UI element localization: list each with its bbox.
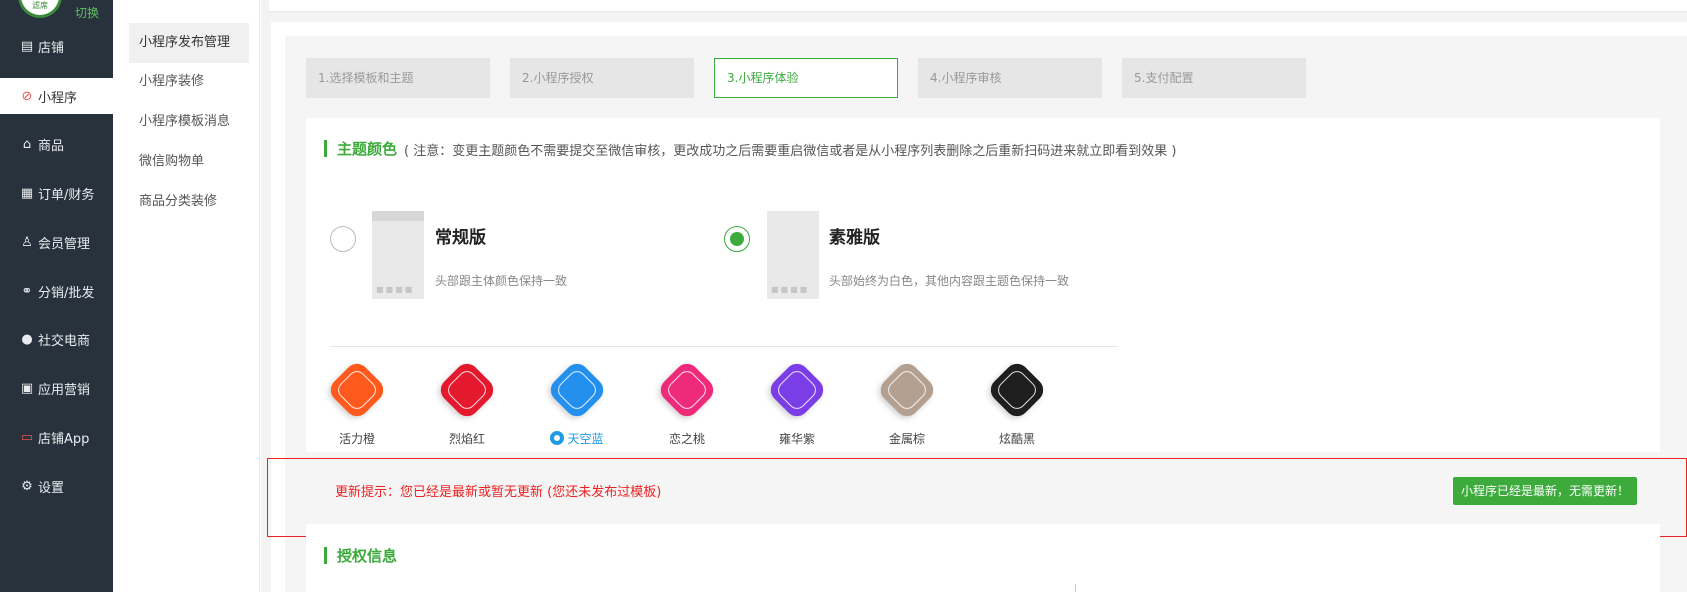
- secondary-menu: 小程序发布管理 小程序装修 小程序模板消息 微信购物单 商品分类装修: [113, 0, 260, 592]
- sidebar-item-label: 店铺App: [38, 431, 90, 447]
- submenu-item-publish[interactable]: 小程序发布管理: [129, 23, 249, 63]
- submenu-item-category-decoration[interactable]: 商品分类装修: [129, 182, 249, 222]
- link-icon: ⊘: [21, 88, 33, 104]
- shop-app-icon: ▭: [20, 429, 34, 445]
- step-3[interactable]: 3.小程序体验: [714, 58, 898, 98]
- version-desc-elegant: 头部始终为白色，其他内容跟主题色保持一致: [829, 274, 1070, 288]
- color-swatch-label[interactable]: 雍华紫: [757, 430, 837, 447]
- sidebar-item-orders[interactable]: ▦ 订单/财务: [0, 175, 113, 211]
- section-divider: [330, 346, 1118, 347]
- logo-badge: 滤席: [18, 0, 62, 18]
- logo: 滤席: [18, 0, 62, 18]
- gear-icon: ⚙: [21, 478, 33, 494]
- version-radio-standard[interactable]: [330, 226, 356, 252]
- submenu-item-decoration[interactable]: 小程序装修: [129, 62, 249, 102]
- main-sidebar: 滤席 切换 ▤ 店铺 ⊘ 小程序 ⌂ 商品 ▦ 订单/财务 ♙ 会员管理 ⚭ 分…: [0, 0, 113, 592]
- color-swatch-label[interactable]: 恋之桃: [647, 430, 727, 447]
- sidebar-item-label: 商品: [38, 138, 65, 154]
- sidebar-item-products[interactable]: ⌂ 商品: [0, 126, 113, 162]
- sidebar-item-store-app[interactable]: ▭ 店铺App: [0, 419, 113, 455]
- sidebar-item-label: 社交电商: [38, 333, 91, 349]
- theme-section-title: 主题颜色: [337, 140, 398, 158]
- sidebar-item-label: 订单/财务: [38, 187, 95, 203]
- auth-section-title: 授权信息: [337, 547, 398, 565]
- selected-radio-icon: [550, 431, 565, 445]
- users-icon: ♙: [21, 234, 33, 250]
- version-title-standard: 常规版: [435, 228, 486, 248]
- sidebar-item-members[interactable]: ♙ 会员管理: [0, 224, 113, 260]
- share-icon: ⚭: [21, 283, 33, 299]
- sidebar-item-distribution[interactable]: ⚭ 分销/批发: [0, 273, 113, 309]
- apps-icon: ▣: [20, 380, 34, 396]
- sidebar-item-miniprogram[interactable]: ⊘ 小程序: [0, 78, 113, 114]
- color-swatch-label[interactable]: 活力橙: [317, 430, 397, 447]
- sidebar-item-label: 设置: [38, 480, 65, 496]
- sidebar-item-store[interactable]: ▤ 店铺: [0, 28, 113, 64]
- color-swatch-label[interactable]: 金属棕: [867, 430, 947, 447]
- column-divider: [1075, 584, 1076, 592]
- version-desc-standard: 头部跟主体颜色保持一致: [435, 274, 568, 288]
- section-marker: [324, 140, 327, 157]
- step-4[interactable]: 4.小程序审核: [918, 58, 1102, 98]
- sidebar-item-settings[interactable]: ⚙ 设置: [0, 468, 113, 504]
- submenu-item-shopping-list[interactable]: 微信购物单: [129, 142, 249, 182]
- logo-text: 滤席: [32, 1, 48, 10]
- store-icon: ▤: [20, 38, 34, 54]
- chat-icon: ●: [21, 331, 33, 347]
- step-1[interactable]: 1.选择模板和主题: [306, 58, 490, 98]
- sidebar-item-label: 店铺: [38, 40, 65, 56]
- already-latest-button[interactable]: 小程序已经是最新，无需更新！: [1453, 477, 1637, 505]
- section-marker: [324, 547, 327, 564]
- sidebar-item-label: 分销/批发: [38, 285, 95, 301]
- submenu-item-template-message[interactable]: 小程序模板消息: [129, 102, 249, 142]
- clipboard-icon: ▦: [20, 185, 34, 201]
- bag-icon: ⌂: [22, 136, 32, 152]
- version-preview-elegant: ■■■■: [767, 211, 819, 299]
- version-preview-standard: ■■■■: [372, 211, 424, 299]
- switch-store-link[interactable]: 切换: [75, 4, 99, 21]
- sidebar-item-social[interactable]: ● 社交电商: [0, 321, 113, 357]
- auth-info-card: [306, 524, 1660, 592]
- sidebar-item-label: 小程序: [38, 90, 78, 106]
- color-swatch-label[interactable]: 烈焰红: [427, 430, 507, 447]
- sidebar-item-marketing[interactable]: ▣ 应用营销: [0, 370, 113, 406]
- update-notice-text: 更新提示：您已经是最新或暂无更新 (您还未发布过模板): [335, 485, 662, 500]
- step-2[interactable]: 2.小程序授权: [510, 58, 694, 98]
- version-title-elegant: 素雅版: [829, 228, 880, 248]
- sidebar-item-label: 会员管理: [38, 236, 91, 252]
- top-bar: [269, 0, 1687, 12]
- sidebar-item-label: 应用营销: [38, 382, 91, 398]
- version-radio-elegant[interactable]: [724, 226, 750, 252]
- color-swatch-label[interactable]: 炫酷黑: [977, 430, 1057, 447]
- theme-section-note: ( 注意：变更主题颜色不需要提交至微信审核，更改成功之后需要重启微信或者是从小程…: [404, 144, 1177, 159]
- step-5[interactable]: 5.支付配置: [1122, 58, 1306, 98]
- color-swatch-label[interactable]: 天空蓝: [537, 430, 617, 447]
